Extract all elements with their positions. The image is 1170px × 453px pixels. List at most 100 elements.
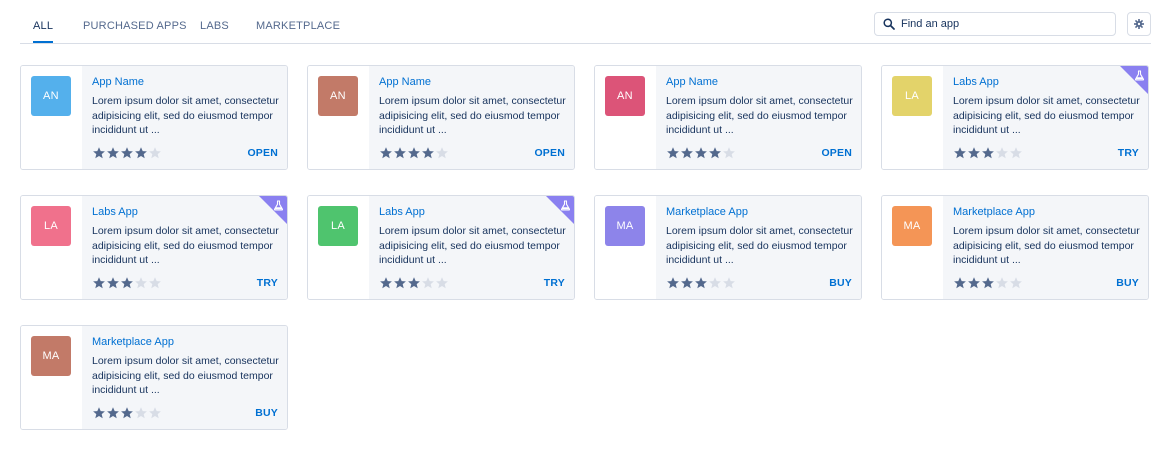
app-description: Lorem ipsum dolor sit amet, consectetur … — [92, 225, 279, 266]
card-icon-area: AN — [308, 66, 369, 169]
star-icon — [92, 406, 106, 420]
star-icon — [148, 276, 162, 290]
app-action-button[interactable]: TRY — [257, 277, 278, 289]
flask-icon — [1134, 68, 1145, 86]
app-name-link[interactable]: App Name — [666, 76, 718, 88]
rating-stars — [953, 146, 1023, 160]
star-icon — [421, 146, 435, 160]
star-icon — [106, 276, 120, 290]
app-card-6[interactable]: LA Labs App Lorem ipsum dolor sit amet, … — [307, 195, 575, 300]
card-body: Labs App Lorem ipsum dolor sit amet, con… — [943, 66, 1148, 169]
star-icon — [995, 146, 1009, 160]
app-name-link[interactable]: Marketplace App — [92, 336, 174, 348]
star-icon — [708, 276, 722, 290]
rating-stars — [92, 146, 162, 160]
card-body: Marketplace App Lorem ipsum dolor sit am… — [82, 326, 287, 429]
app-card-7[interactable]: MA Marketplace App Lorem ipsum dolor sit… — [594, 195, 862, 300]
app-action-button[interactable]: OPEN — [247, 147, 278, 159]
app-card-8[interactable]: MA Marketplace App Lorem ipsum dolor sit… — [881, 195, 1149, 300]
card-icon-area: MA — [882, 196, 943, 299]
app-action-button[interactable]: BUY — [255, 407, 278, 419]
rating-stars — [92, 276, 162, 290]
star-icon — [1009, 276, 1023, 290]
card-icon-area: LA — [308, 196, 369, 299]
rating-stars — [953, 276, 1023, 290]
gear-icon — [1134, 19, 1144, 29]
star-icon — [134, 146, 148, 160]
star-icon — [953, 276, 967, 290]
star-icon — [694, 146, 708, 160]
star-icon — [379, 276, 393, 290]
app-description: Lorem ipsum dolor sit amet, consectetur … — [92, 95, 279, 136]
card-icon-area: LA — [882, 66, 943, 169]
app-name-link[interactable]: Marketplace App — [666, 206, 748, 218]
card-icon-area: AN — [595, 66, 656, 169]
rating-stars — [666, 146, 736, 160]
app-name-link[interactable]: Marketplace App — [953, 206, 1035, 218]
card-body: App Name Lorem ipsum dolor sit amet, con… — [656, 66, 861, 169]
card-body: Labs App Lorem ipsum dolor sit amet, con… — [82, 196, 287, 299]
rating-stars — [379, 276, 449, 290]
card-body: Marketplace App Lorem ipsum dolor sit am… — [943, 196, 1148, 299]
app-name-link[interactable]: App Name — [92, 76, 144, 88]
app-description: Lorem ipsum dolor sit amet, consectetur … — [379, 95, 566, 136]
settings-button[interactable] — [1127, 12, 1151, 36]
star-icon — [106, 146, 120, 160]
star-icon — [680, 146, 694, 160]
tab-marketplace[interactable]: MARKETPLACE — [256, 0, 340, 42]
star-icon — [694, 276, 708, 290]
card-icon-area: LA — [21, 196, 82, 299]
app-action-button[interactable]: OPEN — [821, 147, 852, 159]
card-body: Marketplace App Lorem ipsum dolor sit am… — [656, 196, 861, 299]
app-name-link[interactable]: App Name — [379, 76, 431, 88]
tab-labs[interactable]: LABS — [200, 0, 229, 42]
app-description: Lorem ipsum dolor sit amet, consectetur … — [953, 225, 1140, 266]
star-icon — [981, 276, 995, 290]
star-icon — [134, 276, 148, 290]
star-icon — [393, 146, 407, 160]
app-search[interactable] — [874, 12, 1116, 36]
card-body: App Name Lorem ipsum dolor sit amet, con… — [369, 66, 574, 169]
app-card-1[interactable]: AN App Name Lorem ipsum dolor sit amet, … — [20, 65, 288, 170]
app-name-link[interactable]: Labs App — [953, 76, 999, 88]
flask-icon — [560, 198, 571, 216]
app-description: Lorem ipsum dolor sit amet, consectetur … — [379, 225, 566, 266]
search-icon — [883, 18, 895, 30]
rating-stars — [92, 406, 162, 420]
star-icon — [708, 146, 722, 160]
app-action-button[interactable]: TRY — [1118, 147, 1139, 159]
card-icon-area: MA — [21, 326, 82, 429]
app-card-2[interactable]: AN App Name Lorem ipsum dolor sit amet, … — [307, 65, 575, 170]
star-icon — [967, 276, 981, 290]
app-action-button[interactable]: TRY — [544, 277, 565, 289]
app-action-button[interactable]: BUY — [829, 277, 852, 289]
star-icon — [435, 146, 449, 160]
star-icon — [666, 276, 680, 290]
star-icon — [120, 276, 134, 290]
star-icon — [981, 146, 995, 160]
app-card-9[interactable]: MA Marketplace App Lorem ipsum dolor sit… — [20, 325, 288, 430]
tab-all[interactable]: ALL — [33, 0, 54, 43]
flask-icon — [273, 198, 284, 216]
app-avatar: MA — [31, 336, 71, 376]
rating-stars — [666, 276, 736, 290]
app-action-button[interactable]: BUY — [1116, 277, 1139, 289]
star-icon — [92, 146, 106, 160]
app-avatar: AN — [605, 76, 645, 116]
star-icon — [407, 146, 421, 160]
app-name-link[interactable]: Labs App — [379, 206, 425, 218]
app-avatar: LA — [318, 206, 358, 246]
star-icon — [379, 146, 393, 160]
app-card-5[interactable]: LA Labs App Lorem ipsum dolor sit amet, … — [20, 195, 288, 300]
app-card-3[interactable]: AN App Name Lorem ipsum dolor sit amet, … — [594, 65, 862, 170]
app-description: Lorem ipsum dolor sit amet, consectetur … — [666, 225, 853, 266]
star-icon — [722, 146, 736, 160]
app-name-link[interactable]: Labs App — [92, 206, 138, 218]
search-input[interactable] — [901, 15, 1106, 33]
app-card-4[interactable]: LA Labs App Lorem ipsum dolor sit amet, … — [881, 65, 1149, 170]
star-icon — [435, 276, 449, 290]
star-icon — [1009, 146, 1023, 160]
app-action-button[interactable]: OPEN — [534, 147, 565, 159]
card-icon-area: MA — [595, 196, 656, 299]
tab-purchased-apps[interactable]: PURCHASED APPS — [83, 0, 187, 42]
